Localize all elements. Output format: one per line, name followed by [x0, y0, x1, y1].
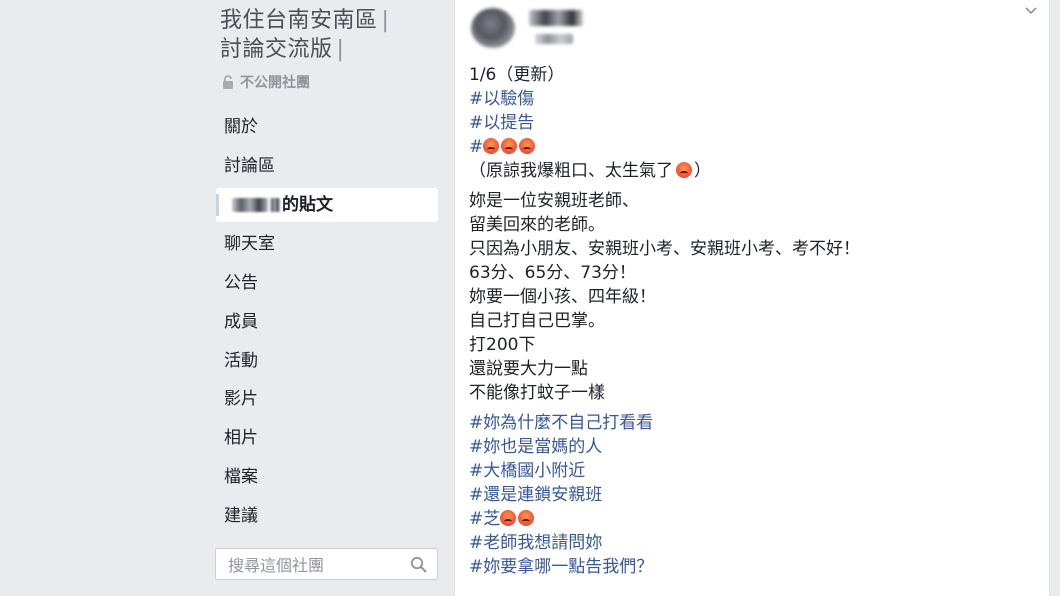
privacy-indicator: 不公開社團 [222, 72, 310, 92]
angry-face-icon [519, 138, 536, 154]
redacted-name [232, 198, 268, 212]
body-line: 還說要大力一點 [469, 359, 588, 379]
body-line: 不能像打蚊子一樣 [469, 383, 605, 403]
nav-item-about[interactable]: 關於 [224, 115, 258, 139]
body-line: 自己打自己巴掌。 [469, 311, 605, 331]
angry-face-icon [483, 138, 500, 154]
hashtag[interactable]: #妳也是當媽的人 [469, 435, 1029, 459]
group-search[interactable] [215, 548, 438, 580]
body-line: 63分、65分、73分！ [469, 263, 636, 283]
post-card: 1/6（更新） #以驗傷 #以提告 # （原諒我爆粗口、太生氣了） 妳是一位安親… [454, 0, 1050, 596]
update-line: 1/6（更新） [469, 65, 565, 85]
lock-icon [223, 75, 233, 89]
hashtag[interactable]: #老師我想請問妳 [469, 531, 1029, 555]
nav-item-files[interactable]: 檔案 [224, 465, 258, 489]
angry-face-icon [676, 162, 692, 178]
nav-item-discussion[interactable]: 討論區 [224, 154, 275, 178]
body-line: 妳要一個小孩、四年級！ [469, 287, 656, 307]
nav-item-announcements[interactable]: 公告 [224, 271, 258, 295]
nav-item-chat[interactable]: 聊天室 [224, 232, 275, 256]
author-name-redacted[interactable] [529, 10, 583, 26]
hashtag[interactable]: #妳為什麼不自己打看看 [469, 411, 1029, 435]
search-input[interactable] [226, 553, 410, 577]
hashtag-emoji[interactable]: # [469, 135, 1029, 159]
angry-face-icon [501, 138, 518, 154]
hashtag[interactable]: #大橋國小附近 [469, 459, 1029, 483]
nav-item-photos[interactable]: 相片 [224, 426, 258, 450]
hashtag[interactable]: #還是連鎖安親班 [469, 483, 1029, 507]
nav-item-member-posts[interactable]: 的貼文 [232, 193, 333, 217]
search-icon[interactable] [410, 556, 427, 573]
avatar[interactable] [471, 8, 515, 48]
hashtag[interactable]: #以驗傷 [469, 87, 1029, 111]
angry-face-icon [518, 510, 535, 526]
group-title-line2[interactable]: 討論交流版 [220, 37, 333, 62]
group-sidebar: 我住台南安南區 | 討論交流版 | 不公開社團 關於 討論區 的貼文 聊天室 公告 … [0, 0, 450, 596]
group-title-line1[interactable]: 我住台南安南區 [220, 8, 378, 33]
apology-line: （原諒我爆粗口、太生氣了） [469, 161, 711, 181]
nav-item-members[interactable]: 成員 [224, 310, 258, 334]
title-separator: | [381, 8, 390, 33]
angry-face-icon [500, 510, 517, 526]
nav-item-suggestions[interactable]: 建議 [224, 504, 258, 528]
group-title[interactable]: 我住台南安南區 | 討論交流版 | [220, 6, 440, 64]
nav-item-videos[interactable]: 影片 [224, 387, 258, 411]
post-text: 1/6（更新） #以驗傷 #以提告 # （原諒我爆粗口、太生氣了） 妳是一位安親… [469, 63, 1029, 579]
body-line: 留美回來的老師。 [469, 215, 605, 235]
body-line: 只因為小朋友、安親班小考、安親班小考、考不好！ [469, 239, 860, 259]
chevron-down-icon[interactable] [1025, 6, 1037, 16]
hashtag[interactable]: #妳要拿哪一點告我們？ [469, 555, 1029, 579]
hashtag[interactable]: #以提告 [469, 111, 1029, 135]
timestamp-redacted[interactable] [535, 34, 573, 44]
hashtag-emoji[interactable]: #芝 [469, 507, 1029, 531]
body-line: 妳是一位安親班老師、 [469, 191, 639, 211]
title-separator: | [336, 37, 345, 62]
body-line: 打200下 [469, 335, 536, 355]
privacy-label: 不公開社團 [240, 75, 310, 91]
nav-item-events[interactable]: 活動 [224, 349, 258, 373]
